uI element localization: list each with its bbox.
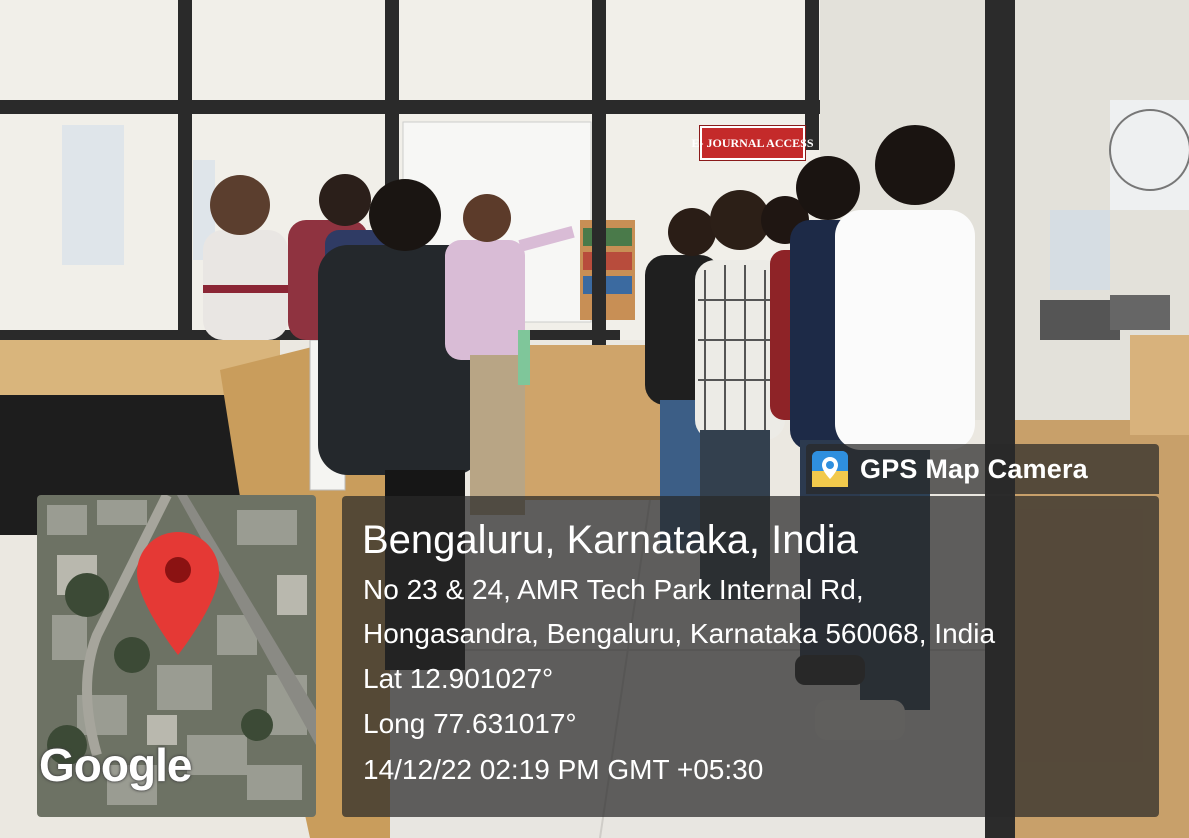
- app-name: GPS Map Camera: [860, 453, 1088, 484]
- address-line-1: No 23 & 24, AMR Tech Park Internal Rd,: [363, 574, 864, 605]
- e-journal-sign: E- JOURNAL ACCESS: [691, 126, 814, 160]
- gps-map-camera-tag: GPS Map Camera: [806, 444, 1159, 494]
- google-logo: Google: [39, 739, 192, 791]
- location-info-panel: Bengaluru, Karnataka, India No 23 & 24, …: [342, 496, 1159, 817]
- longitude: Long 77.631017°: [363, 708, 577, 739]
- timestamp: 14/12/22 02:19 PM GMT +05:30: [363, 754, 764, 785]
- gps-map-camera-icon: [812, 451, 848, 487]
- address-line-2: Hongasandra, Bengaluru, Karnataka 560068…: [363, 618, 996, 649]
- latitude: Lat 12.901027°: [363, 663, 554, 694]
- photo-scene: E- JOURNAL ACCESS Google GPS Map Camera …: [0, 0, 1189, 838]
- city-title: Bengaluru, Karnataka, India: [362, 518, 858, 562]
